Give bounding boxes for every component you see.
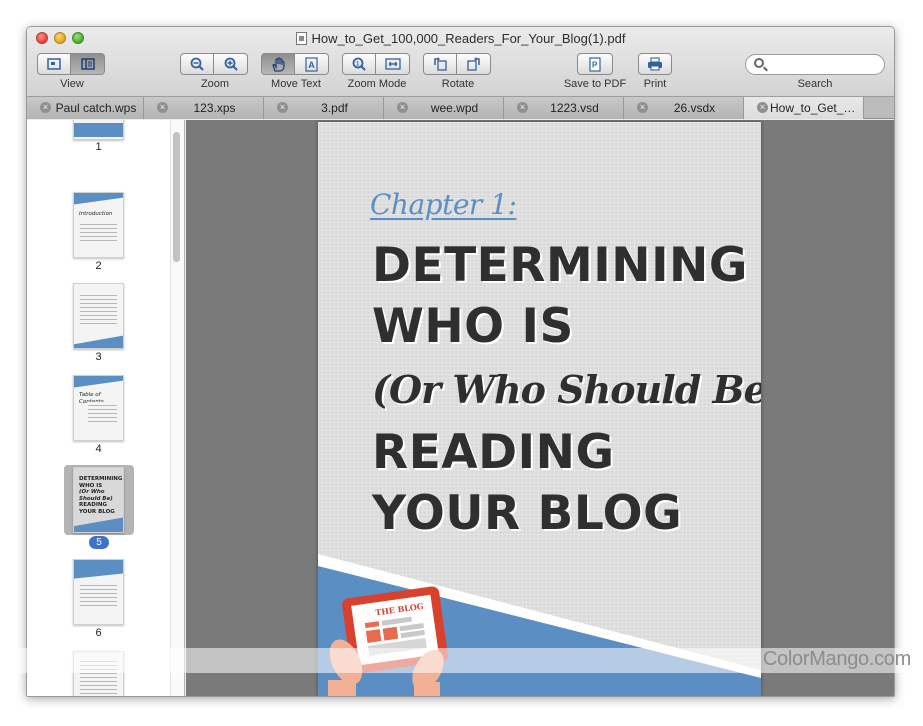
move-text-label: Move Text [271,78,321,90]
tab-label: 123.xps [193,101,236,115]
page-number: 3 [95,351,102,363]
tab-label: How_to_Get_1... [770,101,859,115]
headline-line-3: (Or Who Should Be) [372,367,761,412]
svg-text:A: A [308,60,315,70]
search-label: Search [797,78,833,90]
sidebar-scrollbar[interactable] [173,132,180,262]
fit-width-icon [384,58,401,70]
page-number: 4 [95,443,102,455]
view-control [37,53,105,75]
zoom-in-button[interactable] [214,53,248,75]
rotate-left-button[interactable] [423,53,457,75]
print-button[interactable] [638,53,672,75]
rotate-right-button[interactable] [457,53,491,75]
tab-label: 1223.vsd [550,101,599,115]
page-thumbnail-6[interactable] [73,559,124,625]
print-control [638,53,672,75]
zoom-control [180,53,248,75]
hand-icon [272,56,285,72]
page-thumbnail-3[interactable] [73,283,124,349]
zoom-label: Zoom [200,78,230,90]
document-viewer[interactable]: THE BLOG Chapter 1: DETERMINING WHO IS (… [186,120,894,696]
document-icon [295,32,307,45]
svg-text:P: P [592,60,598,69]
close-tab-icon[interactable]: × [757,102,768,113]
titlebar: How_to_Get_100,000_Readers_For_Your_Blog… [27,27,894,97]
printer-icon [648,57,662,71]
headline-line-4: READING [372,425,615,480]
page-thumbnail-4[interactable]: Table of Contents [73,375,124,441]
zoom-out-button[interactable] [180,53,214,75]
zoom-mode-control: 1 [342,53,410,75]
rotate-label: Rotate [441,78,475,90]
chapter-heading: Chapter 1: [370,188,517,221]
rotate-left-icon [434,57,447,71]
thumbnail-title: DETERMINING WHO IS (Or Who Should Be) READI… [79,476,123,515]
text-tool-button[interactable]: A [295,53,329,75]
tab-label: 26.vsdx [673,101,716,115]
page-number: 6 [95,627,102,639]
actual-size-button[interactable]: 1 [342,53,376,75]
rotate-right-icon [466,57,480,71]
headline-line-5: YOUR BLOG [372,486,683,541]
pdf-page: THE BLOG Chapter 1: DETERMINING WHO IS (… [318,122,761,696]
view-label: View [60,78,84,90]
zoom-out-icon [190,57,204,71]
text-select-icon: A [305,56,318,72]
thumbnail-sidebar: 1 Introduction 2 3 Table of Contents 4 D… [27,120,185,696]
single-page-icon [47,58,61,70]
close-tab-icon[interactable]: × [40,102,51,113]
search-field[interactable] [745,54,885,75]
thumbnail-view-button[interactable] [71,53,105,75]
fit-width-button[interactable] [376,53,410,75]
watermark-text: ColorMango.com [762,648,911,670]
window-title: How_to_Get_100,000_Readers_For_Your_Blog… [27,31,894,46]
zoom-in-icon [224,57,238,71]
tab-wee-wpd[interactable]: × wee.wpd [384,97,504,119]
tab-123-xps[interactable]: × 123.xps [144,97,264,119]
search-input[interactable] [768,57,878,72]
close-tab-icon[interactable]: × [517,102,528,113]
magnifier-icon: 1 [352,57,366,71]
print-label: Print [643,78,667,90]
page-number: 2 [95,260,102,272]
pdf-file-icon: P [589,56,601,72]
headline-line-2: WHO IS [372,299,574,354]
single-page-view-button[interactable] [37,53,71,75]
rotate-control [423,53,491,75]
tab-label: Paul catch.wps [55,101,137,115]
tab-paul-catch[interactable]: × Paul catch.wps [27,97,144,119]
save-pdf-control: P [577,53,613,75]
close-tab-icon[interactable]: × [157,102,168,113]
page-thumbnail-5[interactable]: DETERMINING WHO IS (Or Who Should Be) READI… [73,467,124,533]
window-title-text: How_to_Get_100,000_Readers_For_Your_Blog… [311,31,626,46]
tab-how-to-get[interactable]: × How_to_Get_1... [744,97,864,119]
tab-label: 3.pdf [321,101,348,115]
tab-1223-vsd[interactable]: × 1223.vsd [504,97,624,119]
tab-3-pdf[interactable]: × 3.pdf [264,97,384,119]
move-tool-button[interactable] [261,53,295,75]
zoom-mode-label: Zoom Mode [347,78,407,90]
move-text-control: A [261,53,329,75]
page-thumbnail-1[interactable] [73,120,124,140]
watermark-band: ColorMango.com [0,648,923,673]
close-tab-icon[interactable]: × [637,102,648,113]
thumbnail-title: Introduction [79,211,113,217]
sidebar-icon [80,58,95,70]
close-tab-icon[interactable]: × [277,102,288,113]
page-thumbnail-2[interactable]: Introduction [73,192,124,258]
save-to-pdf-button[interactable]: P [577,53,613,75]
headline-line-1: DETERMINING [372,238,748,293]
app-window: How_to_Get_100,000_Readers_For_Your_Blog… [26,26,895,697]
page-number-selected: 5 [89,536,109,549]
tab-26-vsdx[interactable]: × 26.vsdx [624,97,744,119]
search-icon [754,58,764,68]
page-number: 1 [95,141,102,153]
tab-label: wee.wpd [430,101,479,115]
document-tabs: × Paul catch.wps × 123.xps × 3.pdf × wee.wpd… [27,97,894,119]
close-tab-icon[interactable]: × [397,102,408,113]
